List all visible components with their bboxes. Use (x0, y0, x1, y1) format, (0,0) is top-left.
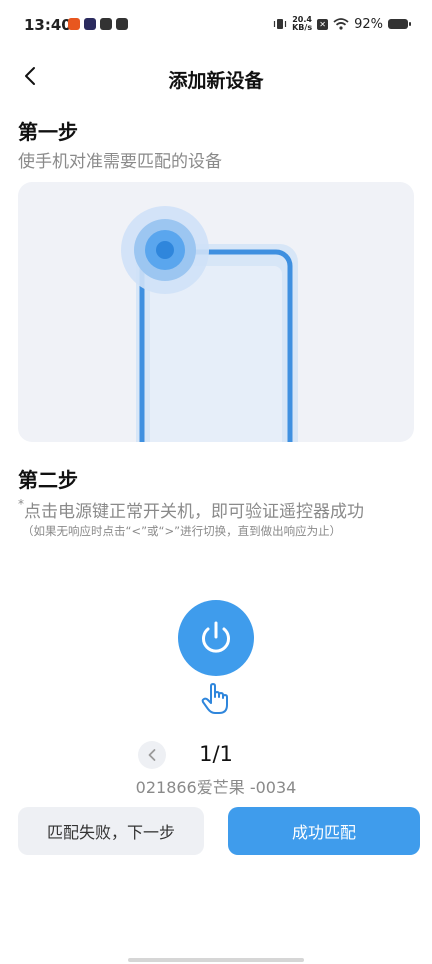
step2-note: （如果无响应时点击“<”或“>”进行切换，直到做出响应为止） (22, 524, 342, 538)
phone-alignment-illustration (18, 182, 414, 442)
step2-instruction-line: *点击电源键正常开关机，即可验证遥控器成功 (18, 497, 364, 522)
step2-title: 第二步 (18, 468, 78, 492)
step2-instruction: 点击电源键正常开关机，即可验证遥控器成功 (24, 502, 364, 522)
hand-pointer-icon (201, 683, 228, 714)
status-time: 13:40 (24, 16, 72, 34)
play-app-icon (84, 18, 96, 30)
status-bar: 13:40 20.4 KB/s ✕ 92% (0, 0, 432, 50)
step1-title: 第一步 (18, 120, 78, 144)
battery-percent: 92% (354, 16, 383, 32)
match-failed-next-button[interactable]: 匹配失败，下一步 (18, 807, 204, 855)
battery-icon (388, 19, 411, 29)
power-icon (202, 621, 230, 653)
vibrate-icon (274, 19, 287, 29)
power-button[interactable] (178, 600, 254, 676)
device-pager: 1/1 (0, 738, 432, 772)
home-indicator[interactable] (128, 958, 304, 962)
sim-off-icon: ✕ (317, 18, 329, 30)
step1-subtitle: 使手机对准需要匹配的设备 (18, 152, 222, 172)
wifi-icon (333, 18, 349, 30)
match-success-button[interactable]: 成功匹配 (228, 807, 420, 855)
link-app-icon (100, 18, 112, 30)
status-right: 20.4 KB/s ✕ 92% (273, 16, 411, 32)
page-title: 添加新设备 (168, 70, 264, 92)
device-name: 021866爱芒果 -0034 (135, 778, 297, 797)
network-speed: 20.4 KB/s (292, 16, 312, 32)
header: 添加新设备 (0, 52, 432, 102)
message-app-icon (116, 18, 128, 30)
network-speed-unit: KB/s (292, 23, 313, 32)
notification-icons (68, 18, 128, 30)
phone-illustration-graphic (121, 206, 298, 442)
orange-app-icon (68, 18, 80, 30)
pager-count: 1/1 (199, 742, 233, 766)
